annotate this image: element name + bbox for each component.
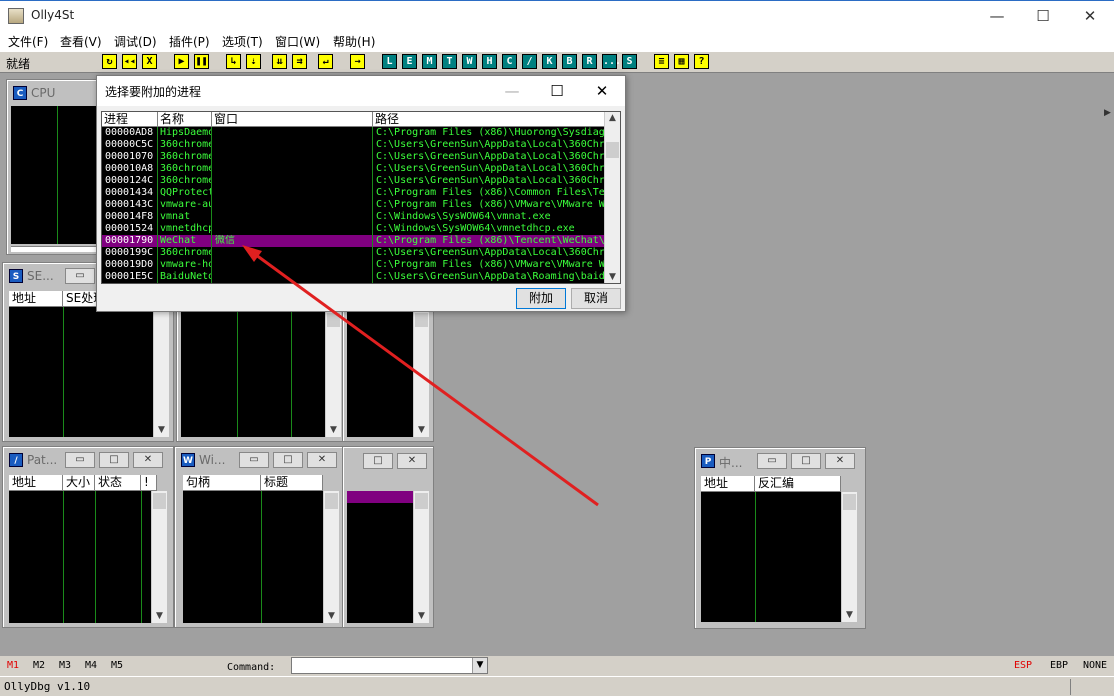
annotation-arrow bbox=[242, 245, 599, 507]
command-label: Command: bbox=[227, 662, 276, 673]
arrow-head bbox=[242, 245, 262, 262]
chevron-down-icon[interactable]: ▼ bbox=[472, 658, 487, 673]
status-text: OllyDbg v1.10 bbox=[4, 680, 91, 693]
marker-m1[interactable]: M1 bbox=[7, 660, 19, 671]
command-input[interactable]: ▼ bbox=[291, 657, 488, 674]
marker-m2[interactable]: M2 bbox=[33, 660, 45, 671]
status-bar: OllyDbg v1.10 bbox=[0, 676, 1114, 696]
marker-m5[interactable]: M5 bbox=[111, 660, 123, 671]
arrow-shaft bbox=[251, 250, 599, 507]
marker-m4[interactable]: M4 bbox=[85, 660, 97, 671]
register-esp[interactable]: ESP bbox=[1014, 660, 1032, 671]
marker-m3[interactable]: M3 bbox=[59, 660, 71, 671]
register-ebp[interactable]: EBP bbox=[1050, 660, 1068, 671]
register-none[interactable]: NONE bbox=[1083, 660, 1107, 671]
command-bar: M1 M2 M3 M4 M5 Command: ▼ ESP EBP NONE bbox=[0, 656, 1114, 676]
status-divider bbox=[1070, 679, 1071, 695]
